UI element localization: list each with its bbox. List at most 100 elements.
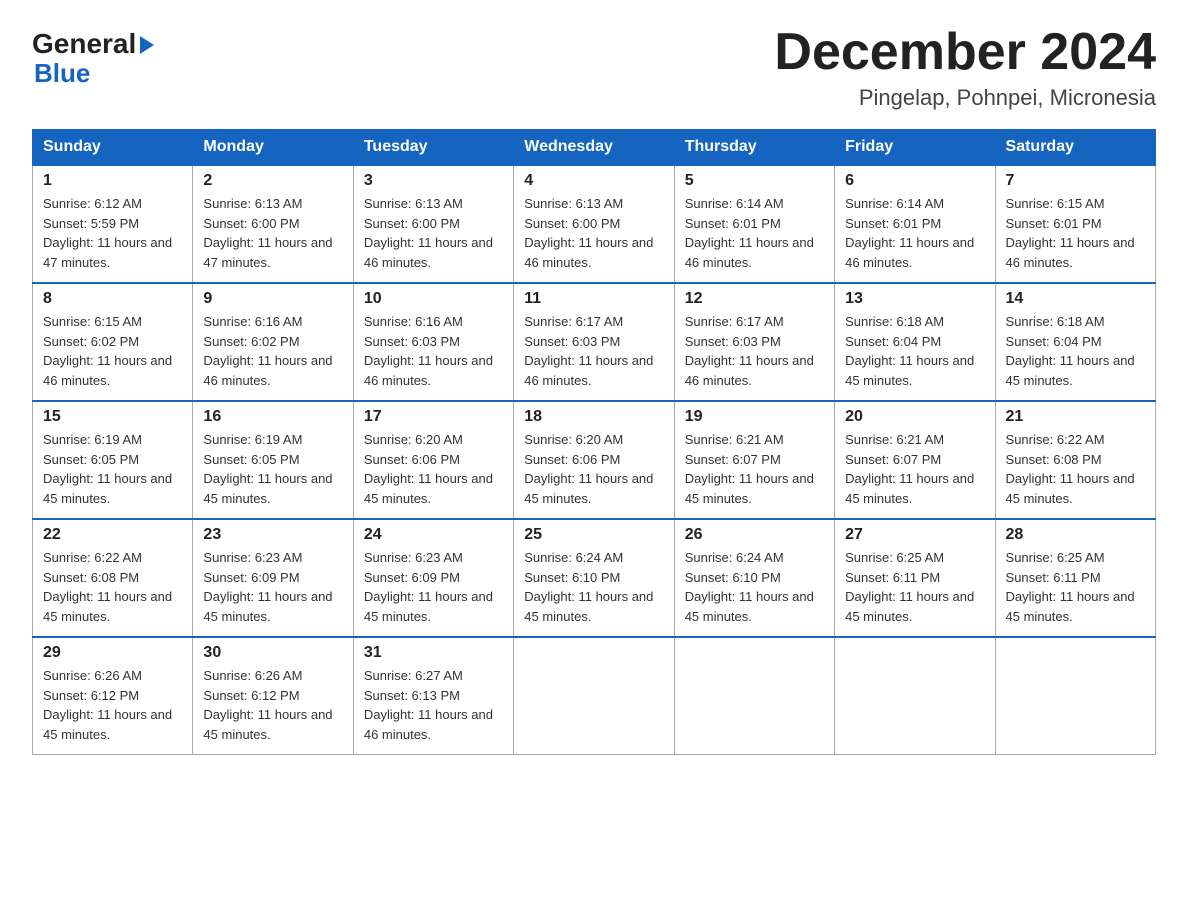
day-number: 23	[203, 526, 342, 544]
day-info: Sunrise: 6:24 AMSunset: 6:10 PMDaylight:…	[685, 548, 824, 626]
day-info: Sunrise: 6:26 AMSunset: 6:12 PMDaylight:…	[43, 666, 182, 744]
calendar-week-row: 1Sunrise: 6:12 AMSunset: 5:59 PMDaylight…	[33, 165, 1156, 283]
calendar-day-cell: 20 Sunrise: 6:21 AMSunset: 6:07 PMDayligh…	[835, 401, 995, 519]
calendar-day-cell: 9Sunrise: 6:16 AMSunset: 6:02 PMDaylight…	[193, 283, 353, 401]
day-number: 21	[1006, 408, 1145, 426]
day-number: 17	[364, 408, 503, 426]
calendar-body: 1Sunrise: 6:12 AMSunset: 5:59 PMDaylight…	[33, 165, 1156, 755]
day-info: Sunrise: 6:15 AMSunset: 6:02 PMDaylight:…	[43, 312, 182, 390]
calendar-day-cell	[995, 637, 1155, 755]
calendar-day-cell: 13 Sunrise: 6:18 AMSunset: 6:04 PMDayligh…	[835, 283, 995, 401]
day-number: 8	[43, 290, 182, 308]
header-day-sunday: Sunday	[33, 130, 193, 166]
header-day-tuesday: Tuesday	[353, 130, 513, 166]
header-day-friday: Friday	[835, 130, 995, 166]
day-number: 26	[685, 526, 824, 544]
day-number: 16	[203, 408, 342, 426]
logo-blue: Blue	[32, 58, 90, 89]
calendar-day-cell: 10 Sunrise: 6:16 AMSunset: 6:03 PMDayligh…	[353, 283, 513, 401]
day-number: 15	[43, 408, 182, 426]
day-info: Sunrise: 6:12 AMSunset: 5:59 PMDaylight:…	[43, 194, 182, 272]
day-info: Sunrise: 6:20 AMSunset: 6:06 PMDaylight:…	[364, 430, 503, 508]
day-info: Sunrise: 6:25 AMSunset: 6:11 PMDaylight:…	[845, 548, 984, 626]
day-info: Sunrise: 6:27 AMSunset: 6:13 PMDaylight:…	[364, 666, 503, 744]
calendar-day-cell: 5 Sunrise: 6:14 AMSunset: 6:01 PMDaylight…	[674, 165, 834, 283]
day-number: 6	[845, 172, 984, 190]
day-number: 12	[685, 290, 824, 308]
calendar-day-cell	[514, 637, 674, 755]
day-number: 18	[524, 408, 663, 426]
calendar-day-cell: 4Sunrise: 6:13 AMSunset: 6:00 PMDaylight…	[514, 165, 674, 283]
day-info: Sunrise: 6:24 AMSunset: 6:10 PMDaylight:…	[524, 548, 663, 626]
calendar-day-cell: 22Sunrise: 6:22 AMSunset: 6:08 PMDayligh…	[33, 519, 193, 637]
calendar-week-row: 15 Sunrise: 6:19 AMSunset: 6:05 PMDayligh…	[33, 401, 1156, 519]
calendar-day-cell: 2 Sunrise: 6:13 AMSunset: 6:00 PMDaylight…	[193, 165, 353, 283]
day-number: 20	[845, 408, 984, 426]
calendar-day-cell: 6 Sunrise: 6:14 AMSunset: 6:01 PMDaylight…	[835, 165, 995, 283]
calendar-day-cell	[674, 637, 834, 755]
day-info: Sunrise: 6:19 AMSunset: 6:05 PMDaylight:…	[43, 430, 182, 508]
day-info: Sunrise: 6:17 AMSunset: 6:03 PMDaylight:…	[685, 312, 824, 390]
day-info: Sunrise: 6:13 AMSunset: 6:00 PMDaylight:…	[364, 194, 503, 272]
calendar-day-cell: 3 Sunrise: 6:13 AMSunset: 6:00 PMDaylight…	[353, 165, 513, 283]
calendar-day-cell: 16Sunrise: 6:19 AMSunset: 6:05 PMDayligh…	[193, 401, 353, 519]
logo-general: General	[32, 28, 136, 60]
calendar-day-cell: 11Sunrise: 6:17 AMSunset: 6:03 PMDayligh…	[514, 283, 674, 401]
day-info: Sunrise: 6:22 AMSunset: 6:08 PMDaylight:…	[1006, 430, 1145, 508]
header-day-saturday: Saturday	[995, 130, 1155, 166]
day-info: Sunrise: 6:26 AMSunset: 6:12 PMDaylight:…	[203, 666, 342, 744]
calendar-day-cell: 19 Sunrise: 6:21 AMSunset: 6:07 PMDayligh…	[674, 401, 834, 519]
day-info: Sunrise: 6:13 AMSunset: 6:00 PMDaylight:…	[203, 194, 342, 272]
day-number: 2	[203, 172, 342, 190]
day-number: 3	[364, 172, 503, 190]
calendar-day-cell: 23 Sunrise: 6:23 AMSunset: 6:09 PMDayligh…	[193, 519, 353, 637]
calendar-day-cell: 21 Sunrise: 6:22 AMSunset: 6:08 PMDayligh…	[995, 401, 1155, 519]
day-number: 29	[43, 644, 182, 662]
calendar-day-cell: 24Sunrise: 6:23 AMSunset: 6:09 PMDayligh…	[353, 519, 513, 637]
calendar-week-row: 29 Sunrise: 6:26 AMSunset: 6:12 PMDayligh…	[33, 637, 1156, 755]
calendar-day-cell: 18 Sunrise: 6:20 AMSunset: 6:06 PMDayligh…	[514, 401, 674, 519]
calendar-header: SundayMondayTuesdayWednesdayThursdayFrid…	[33, 130, 1156, 166]
calendar-day-cell: 14 Sunrise: 6:18 AMSunset: 6:04 PMDayligh…	[995, 283, 1155, 401]
calendar-day-cell: 17 Sunrise: 6:20 AMSunset: 6:06 PMDayligh…	[353, 401, 513, 519]
day-info: Sunrise: 6:23 AMSunset: 6:09 PMDaylight:…	[203, 548, 342, 626]
page-header: General Blue December 2024 Pingelap, Poh…	[32, 24, 1156, 111]
day-number: 14	[1006, 290, 1145, 308]
day-number: 13	[845, 290, 984, 308]
day-info: Sunrise: 6:21 AMSunset: 6:07 PMDaylight:…	[685, 430, 824, 508]
header-day-monday: Monday	[193, 130, 353, 166]
logo: General Blue	[32, 24, 154, 89]
day-info: Sunrise: 6:15 AMSunset: 6:01 PMDaylight:…	[1006, 194, 1145, 272]
day-number: 28	[1006, 526, 1145, 544]
day-info: Sunrise: 6:16 AMSunset: 6:03 PMDaylight:…	[364, 312, 503, 390]
day-info: Sunrise: 6:16 AMSunset: 6:02 PMDaylight:…	[203, 312, 342, 390]
calendar-week-row: 8 Sunrise: 6:15 AMSunset: 6:02 PMDaylight…	[33, 283, 1156, 401]
day-info: Sunrise: 6:21 AMSunset: 6:07 PMDaylight:…	[845, 430, 984, 508]
calendar-day-cell: 31Sunrise: 6:27 AMSunset: 6:13 PMDayligh…	[353, 637, 513, 755]
day-number: 10	[364, 290, 503, 308]
calendar-day-cell: 25Sunrise: 6:24 AMSunset: 6:10 PMDayligh…	[514, 519, 674, 637]
calendar-day-cell: 28Sunrise: 6:25 AMSunset: 6:11 PMDayligh…	[995, 519, 1155, 637]
day-info: Sunrise: 6:20 AMSunset: 6:06 PMDaylight:…	[524, 430, 663, 508]
location: Pingelap, Pohnpei, Micronesia	[774, 85, 1156, 111]
day-number: 19	[685, 408, 824, 426]
day-number: 24	[364, 526, 503, 544]
header-row: SundayMondayTuesdayWednesdayThursdayFrid…	[33, 130, 1156, 166]
calendar-day-cell: 26 Sunrise: 6:24 AMSunset: 6:10 PMDayligh…	[674, 519, 834, 637]
calendar-day-cell: 8 Sunrise: 6:15 AMSunset: 6:02 PMDaylight…	[33, 283, 193, 401]
day-info: Sunrise: 6:18 AMSunset: 6:04 PMDaylight:…	[845, 312, 984, 390]
day-number: 5	[685, 172, 824, 190]
day-number: 4	[524, 172, 663, 190]
day-info: Sunrise: 6:18 AMSunset: 6:04 PMDaylight:…	[1006, 312, 1145, 390]
title-area: December 2024 Pingelap, Pohnpei, Microne…	[774, 24, 1156, 111]
month-title: December 2024	[774, 24, 1156, 81]
day-number: 11	[524, 290, 663, 308]
day-number: 22	[43, 526, 182, 544]
day-number: 27	[845, 526, 984, 544]
calendar-table: SundayMondayTuesdayWednesdayThursdayFrid…	[32, 129, 1156, 755]
day-info: Sunrise: 6:14 AMSunset: 6:01 PMDaylight:…	[845, 194, 984, 272]
logo-arrow-icon	[140, 36, 154, 54]
calendar-day-cell: 30Sunrise: 6:26 AMSunset: 6:12 PMDayligh…	[193, 637, 353, 755]
day-info: Sunrise: 6:14 AMSunset: 6:01 PMDaylight:…	[685, 194, 824, 272]
calendar-day-cell: 7Sunrise: 6:15 AMSunset: 6:01 PMDaylight…	[995, 165, 1155, 283]
